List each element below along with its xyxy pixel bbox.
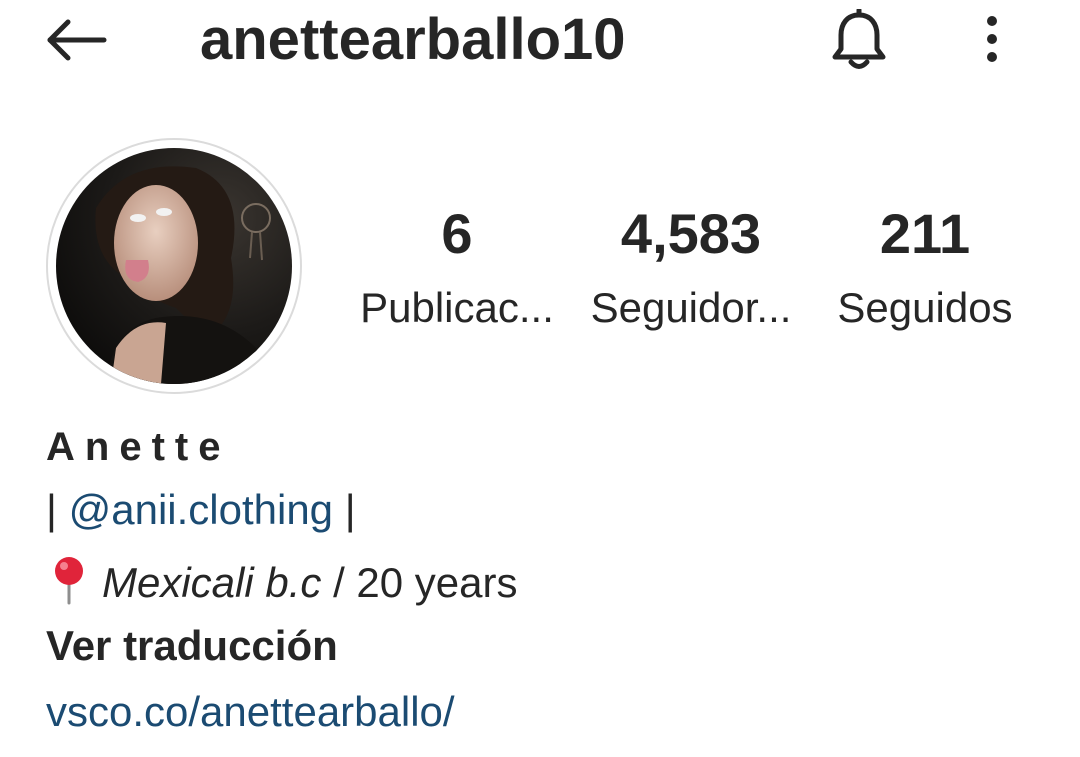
posts-count-value: 6 — [441, 202, 473, 265]
round-pushpin-icon — [55, 557, 83, 605]
posts-count-label: Publicac... — [360, 284, 554, 331]
bio-mention-link[interactable]: @anii.clothing — [69, 486, 333, 533]
bell-icon — [832, 9, 886, 69]
website-link[interactable]: vsco.co/anettearballo/ — [46, 686, 455, 738]
followers-count[interactable]: 4,583 Seguidor... — [582, 200, 800, 334]
see-translation-button[interactable]: Ver traducción — [46, 620, 338, 672]
bio-line: | @anii.clothing | — [46, 484, 356, 536]
following-count-value: 211 — [879, 202, 971, 265]
following-count[interactable]: 211 Seguidos — [826, 200, 1024, 334]
notifications-button[interactable] — [826, 8, 892, 72]
profile-photo — [56, 148, 292, 384]
profile-full-name: Anette — [46, 425, 231, 469]
followers-count-value: 4,583 — [620, 202, 762, 265]
more-vertical-icon — [987, 16, 997, 62]
back-button[interactable] — [40, 12, 112, 68]
following-count-label: Seguidos — [837, 284, 1013, 331]
bio-text: | — [333, 486, 356, 533]
profile-username: anettearballo10 — [200, 7, 626, 72]
bio-text: / 20 years — [321, 559, 518, 606]
top-bar: anettearballo10 — [0, 0, 1080, 80]
avatar[interactable] — [46, 138, 302, 394]
followers-count-label: Seguidor... — [590, 284, 792, 331]
bio-line: Mexicali b.c / 20 years — [46, 555, 518, 609]
bio-text: | — [46, 486, 69, 533]
arrow-left-icon — [47, 19, 107, 61]
bio-location: Mexicali b.c — [102, 559, 322, 606]
more-options-button[interactable] — [968, 10, 1016, 68]
posts-count[interactable]: 6 Publicac... — [350, 200, 564, 334]
